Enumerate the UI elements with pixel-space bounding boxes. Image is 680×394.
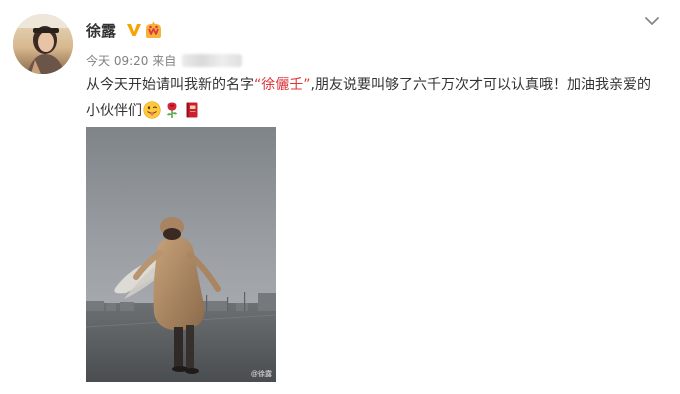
chevron-down-icon[interactable]: [643, 12, 661, 30]
post-text: 从今天开始请叫我新的名字“徐儷壬”,朋友说要叫够了六千万次才可以认真哦！加油我亲…: [86, 72, 661, 124]
avatar-photo: [13, 14, 73, 74]
rose-emoji: [167, 102, 177, 118]
source-client-blurred: [182, 54, 243, 67]
quote-close: ”: [303, 77, 311, 93]
new-name-highlight: 徐儷壬: [261, 77, 304, 93]
tongue-face-emoji: [143, 101, 161, 119]
user-name[interactable]: 徐露: [86, 20, 116, 41]
user-avatar[interactable]: [13, 14, 73, 74]
source-prefix: 来自: [152, 54, 177, 68]
vip-crown-icon[interactable]: [144, 21, 163, 39]
post-photo[interactable]: @徐露: [86, 127, 276, 382]
verified-v-icon: [127, 24, 141, 36]
post-time[interactable]: 今天 09:20: [86, 52, 148, 69]
photo-image: [86, 127, 276, 382]
photo-watermark: @徐露: [250, 371, 272, 378]
red-notebook-emoji: [186, 102, 198, 118]
post-meta: 今天 09:20 来自: [86, 52, 243, 69]
post-text-before: 从今天开始请叫我新的名字: [86, 77, 254, 93]
